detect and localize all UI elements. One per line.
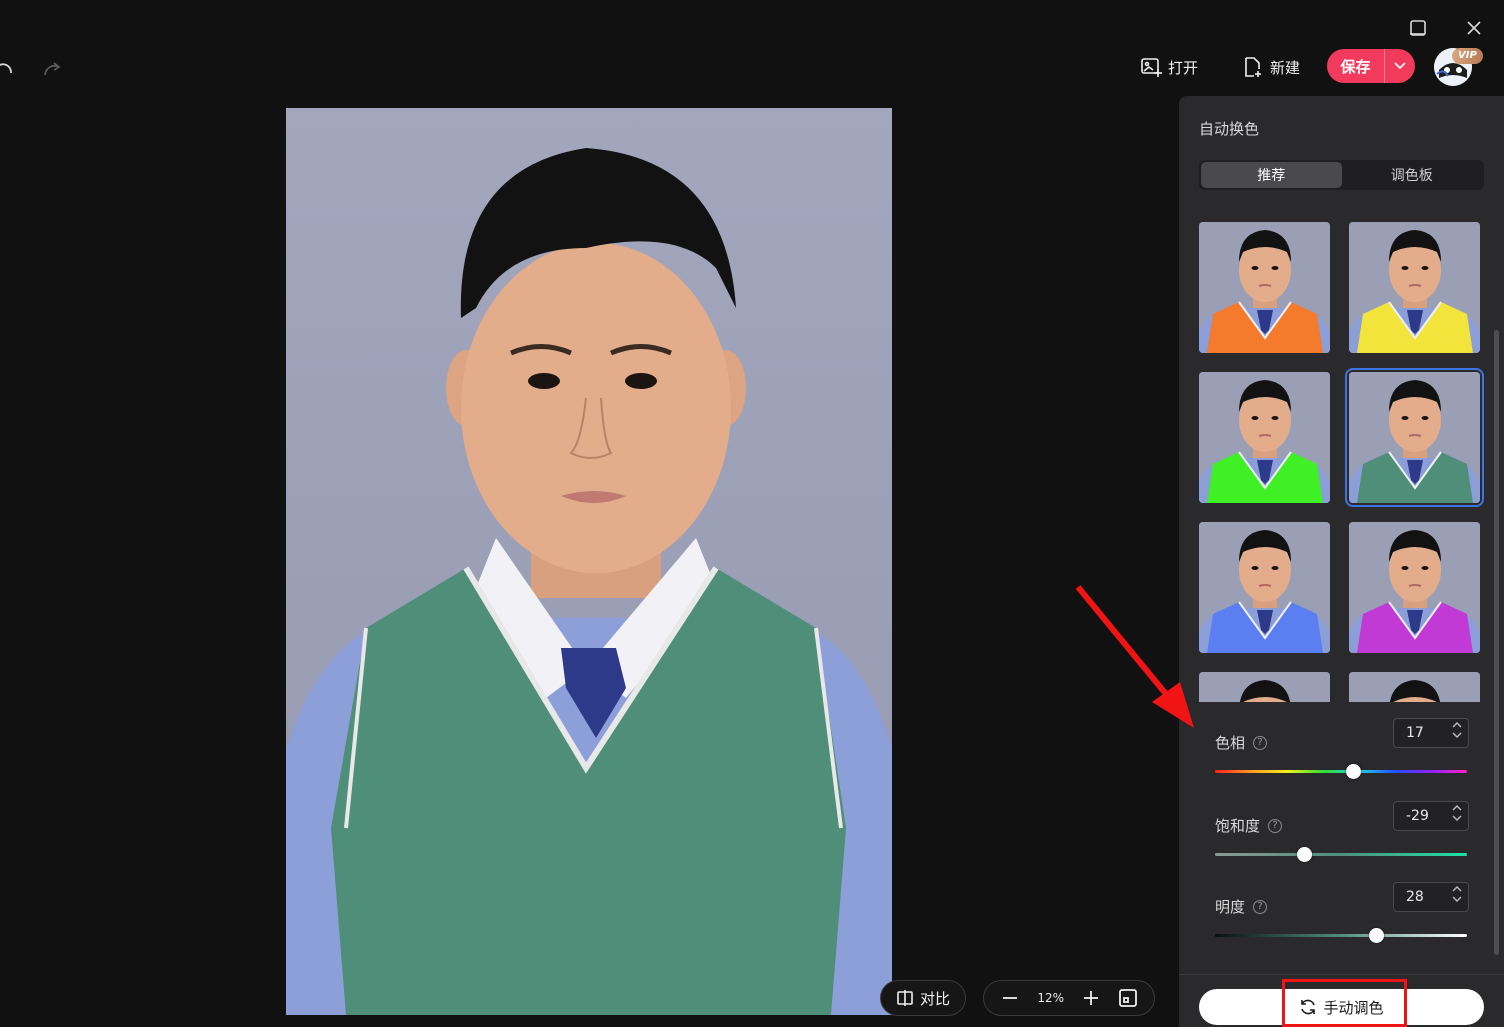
color-swatch-thumbnail[interactable] xyxy=(1345,368,1484,507)
close-button[interactable] xyxy=(1460,14,1488,42)
color-panel: 自动换色 推荐 调色板 色相 ? 17 饱和度 ? -29 明度 ? 28 xyxy=(1179,96,1504,1027)
main-photo xyxy=(286,108,892,1015)
brightness-spinner[interactable] xyxy=(1452,886,1462,902)
brightness-label: 明度 xyxy=(1215,898,1246,916)
saturation-slider-track[interactable] xyxy=(1215,847,1467,862)
zoom-out-button[interactable] xyxy=(997,985,1023,1011)
saturation-label: 饱和度 xyxy=(1215,817,1261,835)
chevron-up-icon xyxy=(1452,722,1462,728)
chevron-down-icon xyxy=(1394,62,1406,70)
refresh-icon xyxy=(1301,999,1316,1015)
color-swatch-thumbnail[interactable] xyxy=(1199,672,1330,702)
open-image-icon xyxy=(1141,58,1162,77)
new-file-icon xyxy=(1245,57,1261,77)
brightness-slider-track[interactable] xyxy=(1215,928,1467,943)
brightness-input[interactable]: 28 xyxy=(1393,882,1469,912)
compare-icon xyxy=(897,990,913,1006)
panel-tabs: 推荐 调色板 xyxy=(1199,160,1484,190)
saturation-slider-knob[interactable] xyxy=(1297,847,1313,862)
brightness-value: 28 xyxy=(1406,889,1424,905)
save-button[interactable]: 保存 xyxy=(1327,49,1385,83)
color-swatch-thumbnail[interactable] xyxy=(1199,222,1330,353)
minus-icon xyxy=(1003,997,1018,999)
tab-palette[interactable]: 调色板 xyxy=(1342,162,1483,188)
color-swatch-thumbnail[interactable] xyxy=(1349,222,1480,353)
color-swatch-thumbnail[interactable] xyxy=(1199,372,1330,503)
hue-value: 17 xyxy=(1406,725,1424,741)
fit-screen-button[interactable] xyxy=(1115,985,1141,1011)
fit-screen-icon xyxy=(1118,989,1137,1007)
compare-label: 对比 xyxy=(919,989,950,1008)
saturation-input[interactable]: -29 xyxy=(1393,801,1469,831)
help-icon[interactable]: ? xyxy=(1253,735,1268,750)
new-label: 新建 xyxy=(1270,58,1301,77)
color-swatch-thumbnail[interactable] xyxy=(1349,522,1480,653)
brightness-slider-knob[interactable] xyxy=(1369,928,1385,943)
hue-label: 色相 xyxy=(1215,734,1246,752)
saturation-value: -29 xyxy=(1406,808,1429,824)
help-icon[interactable]: ? xyxy=(1268,818,1283,833)
maximize-button[interactable] xyxy=(1404,14,1432,42)
hue-slider-track[interactable] xyxy=(1215,764,1467,779)
hue-slider-knob[interactable] xyxy=(1345,764,1361,779)
saturation-spinner[interactable] xyxy=(1452,805,1462,821)
manual-color-label: 手动调色 xyxy=(1323,998,1384,1017)
vip-badge: VIP xyxy=(1452,48,1483,64)
chevron-down-icon xyxy=(1452,896,1462,902)
chevron-down-icon xyxy=(1452,815,1462,821)
help-icon[interactable]: ? xyxy=(1253,899,1268,914)
zoom-in-button[interactable] xyxy=(1078,985,1104,1011)
new-button[interactable]: 新建 xyxy=(1242,52,1300,82)
plus-icon xyxy=(1084,991,1099,1005)
open-button[interactable]: 打开 xyxy=(1140,52,1198,82)
save-button-group: 保存 xyxy=(1327,49,1415,83)
chevron-down-icon xyxy=(1452,732,1462,738)
saturation-label-wrap: 饱和度 ? xyxy=(1215,815,1283,836)
chevron-up-icon xyxy=(1452,805,1462,811)
hue-label-wrap: 色相 ? xyxy=(1215,732,1268,753)
color-swatch-thumbnail[interactable] xyxy=(1199,522,1330,653)
manual-color-button[interactable]: 手动调色 xyxy=(1199,989,1484,1025)
app-window: 打开 新建 保存 VIP 对比 12% 自动换色 推荐 调色板 色相 ? 17 … xyxy=(0,0,1504,1027)
redo-button[interactable] xyxy=(38,54,66,82)
chevron-up-icon xyxy=(1452,886,1462,892)
swatch-grid xyxy=(1199,222,1489,702)
save-dropdown-button[interactable] xyxy=(1385,49,1415,83)
zoom-level: 12% xyxy=(1037,991,1065,1005)
compare-button[interactable]: 对比 xyxy=(880,980,966,1016)
brightness-label-wrap: 明度 ? xyxy=(1215,896,1268,917)
undo-button[interactable] xyxy=(0,54,18,82)
child-portrait-image xyxy=(286,148,892,1015)
tab-recommended[interactable]: 推荐 xyxy=(1201,162,1342,188)
open-label: 打开 xyxy=(1168,58,1199,77)
hue-input[interactable]: 17 xyxy=(1393,718,1469,748)
panel-title: 自动换色 xyxy=(1199,120,1260,138)
color-swatch-thumbnail[interactable] xyxy=(1349,672,1480,702)
hue-spinner[interactable] xyxy=(1452,722,1462,738)
panel-scrollbar[interactable] xyxy=(1494,330,1499,955)
zoom-controls: 12% xyxy=(983,980,1155,1016)
